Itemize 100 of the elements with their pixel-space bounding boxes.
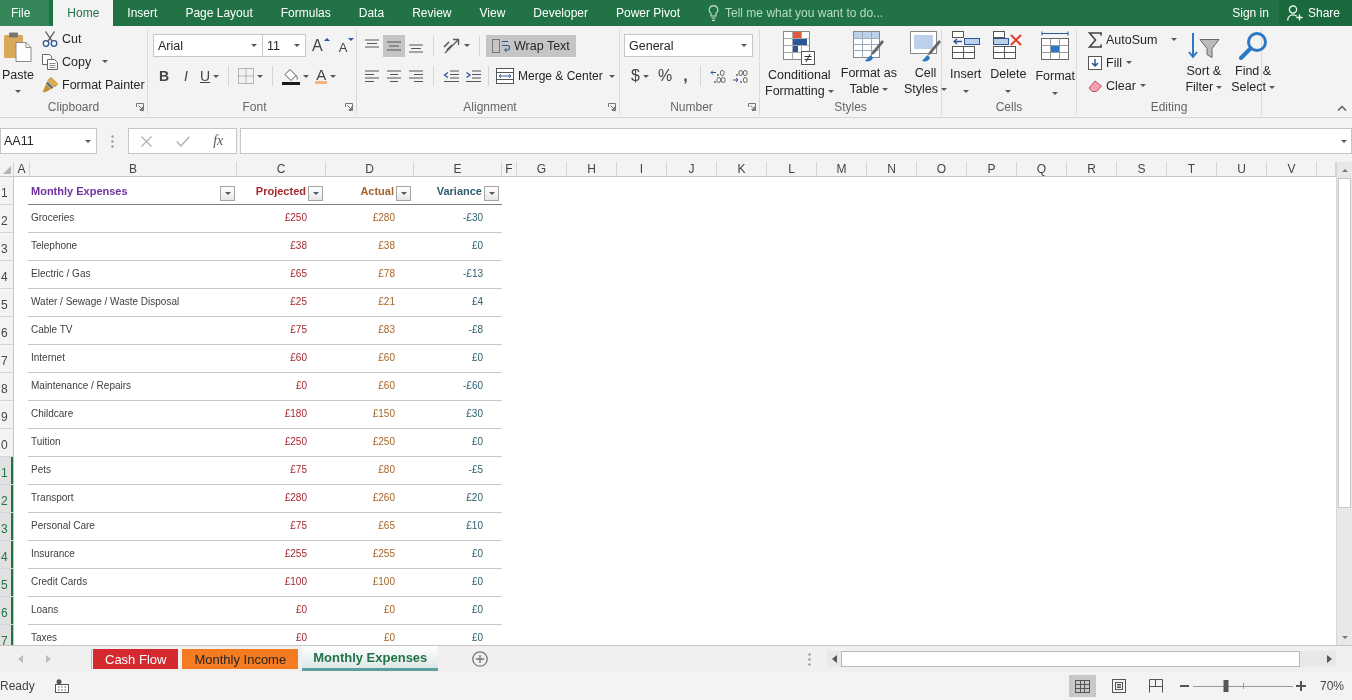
- ribbon-tab[interactable]: Insert: [113, 0, 172, 26]
- ribbon-tab[interactable]: Home: [53, 0, 114, 26]
- dialog-launcher-icon[interactable]: [608, 103, 616, 111]
- column-header[interactable]: P: [967, 162, 1017, 176]
- sort-filter-button[interactable]: Sort & Filter: [1182, 30, 1226, 99]
- comma-style-button[interactable]: ,: [677, 65, 694, 87]
- scrollbar-thumb[interactable]: [1338, 178, 1351, 508]
- row-header[interactable]: 4: [0, 261, 13, 289]
- vertical-scrollbar[interactable]: [1336, 162, 1352, 645]
- tell-me-field[interactable]: Tell me what you want to do...: [708, 0, 884, 26]
- column-header[interactable]: G: [517, 162, 567, 176]
- formula-input[interactable]: [240, 128, 1352, 154]
- filter-dropdown-button[interactable]: [484, 186, 499, 201]
- ribbon-tab[interactable]: Power Pivot: [602, 0, 695, 26]
- insert-function-button[interactable]: fx: [200, 129, 236, 153]
- slider-thumb[interactable]: [1223, 680, 1229, 692]
- new-sheet-button[interactable]: [472, 651, 489, 667]
- font-color-button[interactable]: A: [312, 65, 340, 87]
- column-header[interactable]: O: [917, 162, 967, 176]
- column-header[interactable]: Q: [1017, 162, 1067, 176]
- column-header[interactable]: I: [617, 162, 667, 176]
- row-header[interactable]: 7: [0, 345, 13, 373]
- find-select-button[interactable]: Find & Select: [1228, 30, 1278, 99]
- row-header[interactable]: 9: [0, 401, 13, 429]
- format-cells-button[interactable]: Format: [1032, 30, 1078, 99]
- bold-button[interactable]: B: [153, 65, 175, 87]
- row-header[interactable]: 2: [0, 205, 13, 233]
- clear-button[interactable]: Clear: [1086, 74, 1180, 97]
- sign-in-link[interactable]: Sign in: [1222, 0, 1279, 26]
- column-header[interactable]: H: [567, 162, 617, 176]
- column-header[interactable]: D: [326, 162, 414, 176]
- paste-button[interactable]: Paste: [0, 30, 36, 99]
- ribbon-tab[interactable]: Review: [398, 0, 466, 26]
- ribbon-tab[interactable]: View: [465, 0, 520, 26]
- zoom-in-button[interactable]: [1295, 680, 1306, 692]
- column-header[interactable]: B: [30, 162, 237, 176]
- column-header[interactable]: C: [237, 162, 326, 176]
- conditional-formatting-button[interactable]: Conditional Formatting: [762, 30, 837, 99]
- delete-cells-button[interactable]: Delete: [987, 30, 1030, 99]
- row-header[interactable]: 8: [0, 373, 13, 401]
- row-header[interactable]: 5: [0, 569, 13, 597]
- ribbon-tab[interactable]: Formulas: [266, 0, 345, 26]
- font-name-dropdown[interactable]: Arial: [153, 34, 263, 57]
- filter-dropdown-button[interactable]: [308, 186, 323, 201]
- macro-recording-icon[interactable]: [54, 679, 69, 693]
- filter-dropdown-button[interactable]: [396, 186, 411, 201]
- column-header[interactable]: A: [14, 162, 30, 176]
- column-header[interactable]: S: [1117, 162, 1167, 176]
- ribbon-tab[interactable]: Data: [344, 0, 399, 26]
- align-middle-button[interactable]: [383, 34, 405, 57]
- name-box[interactable]: AA11: [0, 128, 97, 154]
- percent-button[interactable]: %: [652, 65, 678, 87]
- autosum-button[interactable]: AutoSum: [1086, 28, 1180, 51]
- column-header[interactable]: N: [867, 162, 917, 176]
- number-format-dropdown[interactable]: General: [624, 34, 753, 57]
- collapse-ribbon-icon[interactable]: [1337, 105, 1347, 111]
- filter-dropdown-button[interactable]: [220, 186, 235, 201]
- row-header[interactable]: 6: [0, 597, 13, 625]
- italic-button[interactable]: I: [175, 65, 197, 87]
- file-tab[interactable]: File: [0, 0, 50, 26]
- dialog-launcher-icon[interactable]: [136, 103, 144, 111]
- column-header[interactable]: V: [1267, 162, 1317, 176]
- row-header[interactable]: 6: [0, 317, 13, 345]
- font-size-dropdown[interactable]: 11: [262, 34, 306, 57]
- column-header[interactable]: K: [717, 162, 767, 176]
- copy-button[interactable]: Copy: [40, 50, 147, 73]
- sheet-tab[interactable]: Monthly Income: [182, 649, 299, 669]
- format-painter-button[interactable]: Format Painter: [40, 73, 147, 96]
- shrink-font-button[interactable]: A: [335, 34, 358, 57]
- column-header[interactable]: E: [414, 162, 502, 176]
- column-header[interactable]: R: [1067, 162, 1117, 176]
- row-header[interactable]: 3: [0, 513, 13, 541]
- merge-center-button[interactable]: Merge & Center: [493, 65, 618, 87]
- fill-button[interactable]: Fill: [1086, 51, 1180, 74]
- share-button[interactable]: Share: [1278, 0, 1352, 26]
- grow-font-button[interactable]: A: [309, 34, 333, 57]
- column-header[interactable]: J: [667, 162, 717, 176]
- row-header[interactable]: 1: [0, 177, 13, 205]
- underline-button[interactable]: U: [197, 65, 223, 87]
- wrap-text-button[interactable]: Wrap Text: [486, 34, 576, 57]
- ribbon-tab[interactable]: Page Layout: [171, 0, 267, 26]
- sheet-tab[interactable]: Monthly Expenses: [302, 646, 439, 671]
- zoom-level[interactable]: 70%: [1319, 679, 1344, 693]
- row-header[interactable]: 5: [0, 289, 13, 317]
- column-header[interactable]: F: [502, 162, 517, 176]
- row-header[interactable]: 3: [0, 233, 13, 261]
- dialog-launcher-icon[interactable]: [748, 103, 756, 111]
- row-header[interactable]: 4: [0, 541, 13, 569]
- column-header[interactable]: L: [767, 162, 817, 176]
- sheet-tab[interactable]: Cash Flow: [93, 649, 179, 669]
- dialog-launcher-icon[interactable]: [345, 103, 353, 111]
- column-header[interactable]: M: [817, 162, 867, 176]
- currency-button[interactable]: $: [627, 65, 653, 87]
- format-as-table-button[interactable]: Format as Table: [837, 30, 900, 99]
- cut-button[interactable]: Cut: [40, 27, 147, 50]
- ribbon-tab[interactable]: Developer: [519, 0, 602, 26]
- column-header[interactable]: U: [1217, 162, 1267, 176]
- row-header[interactable]: 1: [0, 457, 13, 485]
- row-header[interactable]: 2: [0, 485, 13, 513]
- row-header[interactable]: 7: [0, 625, 13, 645]
